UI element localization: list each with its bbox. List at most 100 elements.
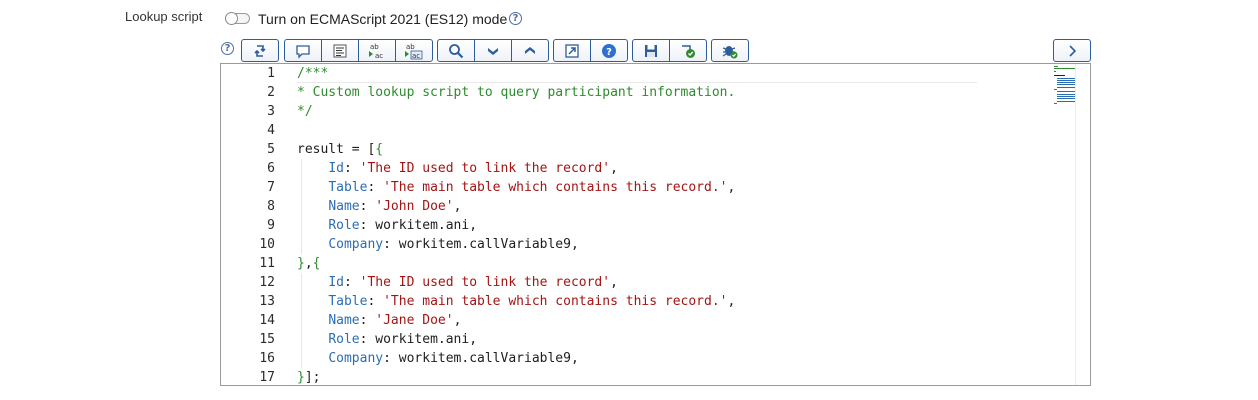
line-number: 16 <box>259 351 275 366</box>
find-next-button[interactable] <box>474 39 512 62</box>
code-token: result = [ <box>297 142 376 157</box>
line-number: 1 <box>267 66 275 81</box>
code-token: Role <box>328 218 360 233</box>
code-line: Name: 'John Doe', <box>297 197 1076 216</box>
code-token: , <box>727 180 736 195</box>
minimap-line <box>1054 89 1057 90</box>
line-number: 12 <box>259 275 275 290</box>
code-token: Id <box>328 275 344 290</box>
code-token: , <box>610 275 618 290</box>
search-button[interactable] <box>437 39 475 62</box>
code-token: : <box>367 294 384 309</box>
code-line: result = [{ <box>297 140 1076 159</box>
minimap-line <box>1054 66 1058 67</box>
code-token: Table <box>328 180 368 195</box>
debug-button[interactable] <box>711 39 749 62</box>
popout-button[interactable] <box>553 39 591 62</box>
code-token: , <box>727 294 736 309</box>
code-line: }]; <box>297 368 1076 385</box>
debug-icon <box>722 45 738 58</box>
editor-help-icon[interactable]: ? <box>221 42 234 55</box>
code-token: , <box>453 199 462 214</box>
line-number: 2 <box>267 85 275 100</box>
find-previous-button[interactable] <box>511 39 549 62</box>
help-icon[interactable]: ? <box>509 12 522 25</box>
code-token: Name <box>328 313 360 328</box>
code-token: 'The ID used to link the record' <box>359 275 611 290</box>
code-token: } <box>297 370 305 385</box>
validate-button[interactable] <box>669 39 707 62</box>
svg-text:ab: ab <box>370 43 379 51</box>
replace-button[interactable]: ab ac <box>358 39 396 62</box>
code-token: */ <box>297 104 313 119</box>
swap-icon <box>254 44 266 57</box>
replace-all-icon: abac <box>405 43 423 60</box>
comment-button[interactable] <box>284 39 322 62</box>
es12-mode-toggle[interactable] <box>225 12 250 25</box>
code-token: : <box>343 275 360 290</box>
code-token: Company <box>328 351 384 366</box>
replace-all-button[interactable]: ab ac <box>395 39 433 62</box>
code-line: },{ <box>297 254 1076 273</box>
code-line: /*** <box>297 64 1076 83</box>
code-token: ]; <box>304 370 321 385</box>
toggle-label: Turn on ECMAScript 2021 (ES12) mode <box>258 11 508 27</box>
code-token: , <box>610 161 618 176</box>
comment-icon <box>296 44 310 59</box>
line-number: 5 <box>267 142 275 157</box>
code-token: : workitem.ani, <box>359 332 478 347</box>
line-number: 14 <box>259 313 275 328</box>
save-button[interactable] <box>632 39 670 62</box>
code-token: : workitem.callVariable9, <box>383 351 579 366</box>
code-editor[interactable]: 1 2 3 4 5 6 7 8 9 10 11 12 13 14 15 16 17 /*** * Custom l… <box>220 63 1091 386</box>
code-token: 'The main table which contains this reco… <box>383 294 728 309</box>
editor-help-button[interactable]: ? <box>590 39 628 62</box>
code-content[interactable]: /*** * Custom lookup script to query part… <box>297 64 1090 385</box>
line-number: 9 <box>267 218 275 233</box>
lookup-script-header: Lookup script Turn on ECMAScript 2021 (E… <box>0 8 1258 30</box>
code-line: Table: 'The main table which contains th… <box>297 178 1076 197</box>
svg-text:ab: ab <box>406 43 415 51</box>
indent-guide <box>301 197 302 216</box>
line-number-gutter: 1 2 3 4 5 6 7 8 9 10 11 12 13 14 15 16 17 <box>221 64 283 385</box>
line-number: 10 <box>259 237 275 252</box>
chevron-down-icon <box>488 47 498 55</box>
code-token: : <box>359 199 376 214</box>
minimap-line <box>1054 102 1057 104</box>
code-token: { <box>312 256 321 271</box>
line-number: 13 <box>259 294 275 309</box>
format-button[interactable] <box>321 39 359 62</box>
editor-toolbar: ? ab ac ab ac ? <box>0 39 1258 63</box>
code-token: /*** <box>297 66 329 81</box>
next-button[interactable] <box>1053 39 1091 62</box>
code-line: Company: workitem.callVariable9, <box>297 235 1076 254</box>
code-line: Id: 'The ID used to link the record', <box>297 273 1076 292</box>
indent-guide <box>301 178 302 197</box>
validate-icon <box>682 44 695 58</box>
chevron-up-icon <box>525 46 535 54</box>
code-line: Id: 'The ID used to link the record', <box>297 159 1076 178</box>
code-token: Id <box>328 161 344 176</box>
code-token: Table <box>328 294 368 309</box>
code-token: 'The ID used to link the record' <box>359 161 611 176</box>
indent-guide <box>301 311 302 330</box>
code-line: Name: 'Jane Doe', <box>297 311 1076 330</box>
code-token: : <box>367 180 384 195</box>
save-icon <box>645 44 657 57</box>
code-line: Table: 'The main table which contains th… <box>297 292 1076 311</box>
minimap-line <box>1054 70 1056 72</box>
code-line: Role: workitem.ani, <box>297 216 1076 235</box>
chevron-right-icon <box>1069 44 1077 57</box>
line-number: 15 <box>259 332 275 347</box>
code-line: */ <box>297 102 1076 121</box>
code-token: : workitem.callVariable9, <box>383 237 579 252</box>
minimap-line <box>1054 75 1065 77</box>
code-token: : <box>359 313 376 328</box>
toggle-knob <box>225 12 238 25</box>
swap-button[interactable] <box>241 39 279 62</box>
code-token: , <box>304 256 313 271</box>
code-token: 'Jane Doe' <box>375 313 454 328</box>
vertical-scrollbar[interactable] <box>1075 64 1090 385</box>
svg-text:ac: ac <box>412 52 420 60</box>
